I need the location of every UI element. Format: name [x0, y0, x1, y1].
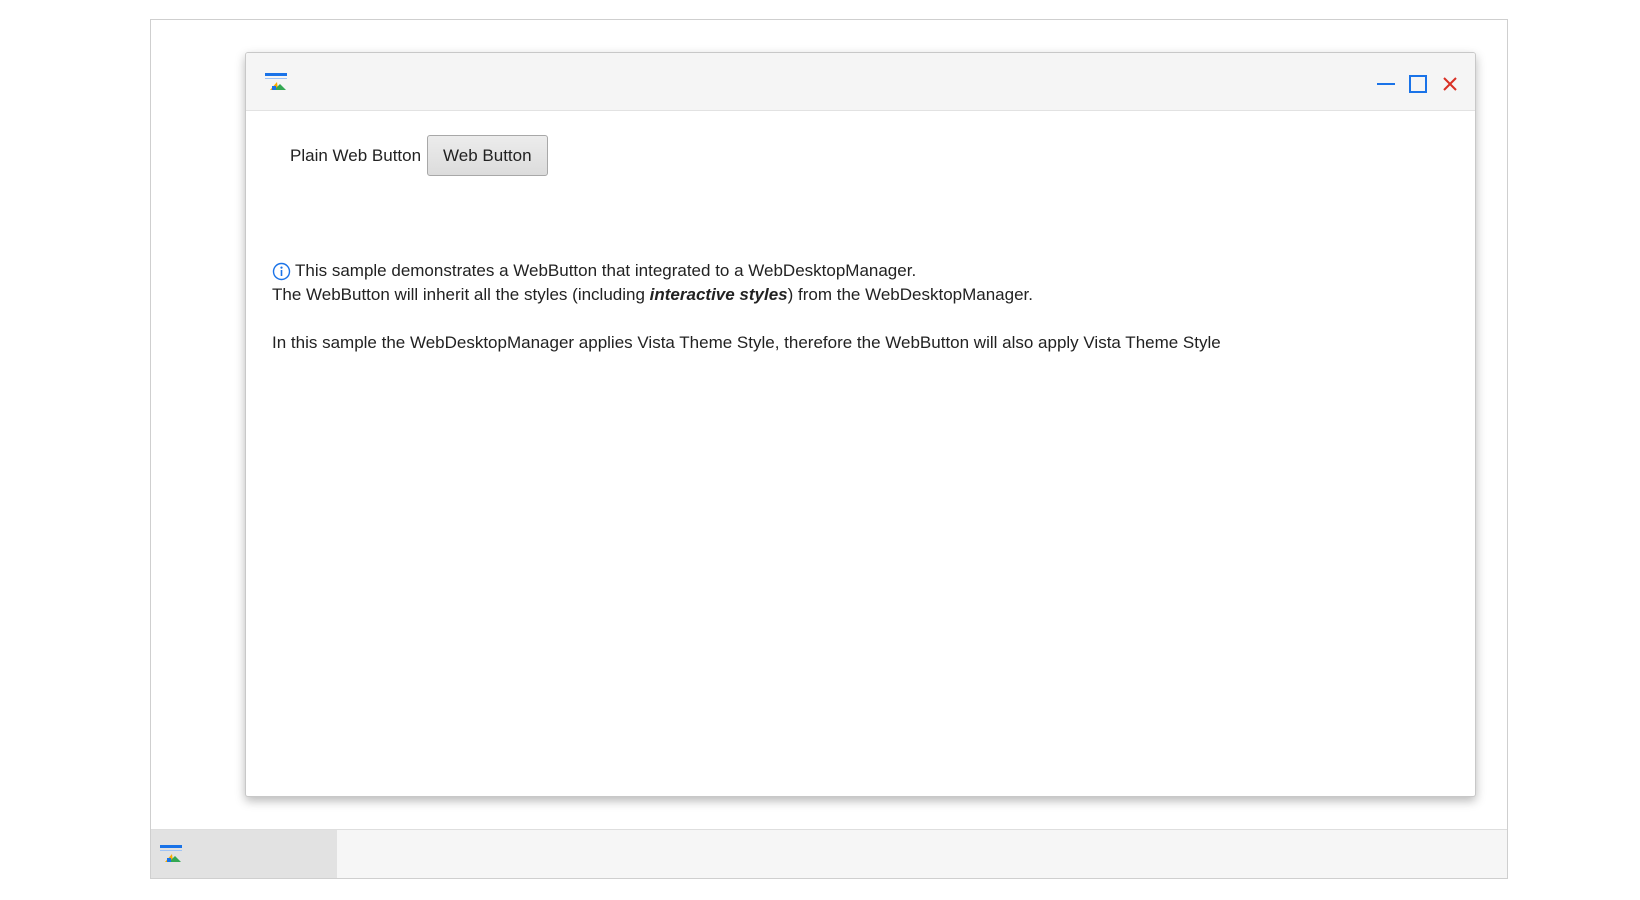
minimize-icon[interactable] — [1375, 73, 1397, 95]
window-controls — [1375, 73, 1461, 95]
plain-web-button[interactable]: Plain Web Button — [290, 136, 427, 176]
taskbar-item[interactable] — [151, 830, 337, 878]
info-line-2-prefix: The WebButton will inherit all the style… — [272, 285, 650, 304]
info-text: This sample demonstrates a WebButton tha… — [272, 259, 1221, 355]
info-line-2-emphasis: interactive styles — [649, 285, 788, 304]
app-window-icon — [264, 72, 288, 94]
desktop-area: Plain Web Button Web Button This sample … — [150, 19, 1508, 879]
desktop-window: Plain Web Button Web Button This sample … — [245, 52, 1476, 797]
info-line-2-suffix: ) from the WebDesktopManager. — [787, 285, 1033, 304]
maximize-icon[interactable] — [1407, 73, 1429, 95]
info-line-1-text: This sample demonstrates a WebButton tha… — [295, 261, 917, 280]
app-window-icon — [159, 844, 183, 866]
info-line-3: In this sample the WebDesktopManager app… — [272, 333, 1221, 352]
info-line-2: The WebButton will inherit all the style… — [272, 283, 1221, 307]
taskbar — [151, 829, 1507, 878]
button-row: Plain Web Button Web Button — [290, 135, 548, 176]
window-titlebar[interactable] — [246, 53, 1475, 111]
info-line-1: This sample demonstrates a WebButton tha… — [272, 259, 1221, 283]
info-icon — [272, 262, 291, 281]
web-button[interactable]: Web Button — [427, 135, 548, 176]
window-content: Plain Web Button Web Button This sample … — [246, 111, 1475, 796]
close-icon[interactable] — [1439, 73, 1461, 95]
